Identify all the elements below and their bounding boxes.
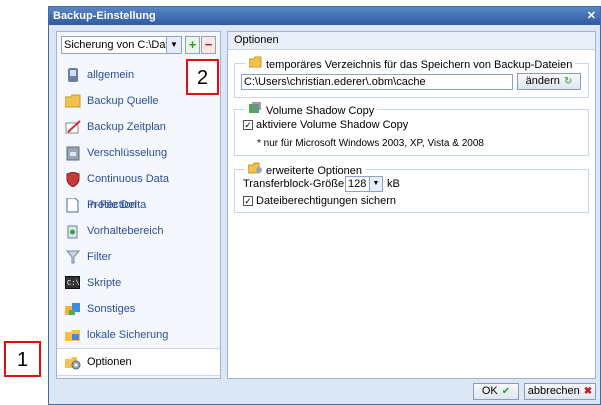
funnel-icon — [65, 250, 80, 265]
sidebar-item-verschluesselung[interactable]: Verschlüsselung — [57, 140, 220, 166]
sidebar-item-label: Skripte — [87, 277, 122, 289]
puzzle-icon — [65, 302, 80, 317]
title-bar: Backup-Einstellung ✕ — [49, 7, 600, 25]
calendar-pen-icon — [65, 120, 81, 135]
callout-2: 2 — [186, 59, 219, 95]
cancel-button-label: abbrechen — [527, 385, 580, 397]
vss-group: Volume Shadow Copy ✓ aktiviere Volume Sha… — [234, 102, 589, 156]
folder-icon — [64, 94, 81, 109]
backup-set-select-value: Sicherung von C:\Daten — [64, 39, 181, 51]
script-icon: C:\ — [65, 276, 80, 291]
sidebar-item-label: Verschlüsselung — [87, 147, 168, 159]
sidebar-item-label: lokale Sicherung — [87, 329, 169, 341]
sidebar-item-label: Vorhaltebereich — [87, 225, 164, 237]
sidebar-item-optionen[interactable]: Optionen — [57, 348, 220, 376]
add-backup-set-button[interactable]: + — [185, 36, 200, 54]
temp-dir-group: temporäres Verzeichnis für das Speichern… — [234, 56, 589, 98]
close-icon: ✖ — [583, 386, 593, 397]
transfer-block-label: Transferblock-Größe : — [243, 178, 351, 190]
remove-backup-set-button[interactable]: − — [201, 36, 216, 54]
folder-gear-icon — [247, 162, 262, 178]
backup-set-select[interactable]: Sicherung von C:\Daten ▼ — [61, 36, 182, 54]
sidebar-item-label: allgemein — [87, 69, 135, 81]
sidebar-item-label: In-File Delta — [87, 199, 147, 211]
sidebar-item-lokale-sicherung[interactable]: lokale Sicherung — [57, 322, 220, 348]
callout-1: 1 — [4, 341, 41, 377]
vss-checkbox-label: aktiviere Volume Shadow Copy — [256, 119, 409, 131]
permissions-checkbox-label: Dateiberechtigungen sichern — [256, 195, 397, 207]
sidebar-item-in-file-delta[interactable]: In-File Delta — [57, 192, 220, 218]
sidebar-item-sonstiges[interactable]: Sonstiges — [57, 296, 220, 322]
transfer-block-value: 128 — [348, 178, 367, 190]
backup-set-selector-row: Sicherung von C:\Daten ▼ + − — [61, 36, 217, 54]
backup-settings-window: Backup-Einstellung ✕ Sicherung von C:\Da… — [48, 6, 601, 405]
vss-checkbox-row[interactable]: ✓ aktiviere Volume Shadow Copy — [243, 119, 408, 132]
vss-title-text: Volume Shadow Copy — [266, 105, 375, 117]
lock-icon — [65, 146, 80, 161]
change-button-label: ändern — [525, 75, 560, 87]
sidebar-item-filter[interactable]: Filter — [57, 244, 220, 270]
sidebar-item-skripte[interactable]: C:\ Skripte — [57, 270, 220, 296]
chevron-down-icon: ▼ — [166, 37, 181, 53]
cancel-button[interactable]: abbrechen ✖ — [524, 383, 596, 400]
temp-dir-title-text: temporäres Verzeichnis für das Speichern… — [266, 59, 573, 71]
folder-edit-icon — [248, 56, 262, 72]
sidebar-item-label: Optionen — [87, 356, 132, 368]
document-icon — [65, 197, 80, 213]
panel-header: Optionen — [228, 32, 595, 50]
advanced-group: erweiterte Optionen Transferblock-Größe … — [234, 162, 589, 213]
transfer-block-select[interactable]: 128 ▼ — [345, 176, 383, 192]
sidebar-item-label: Sonstiges — [87, 303, 136, 315]
svg-text:C:\: C:\ — [67, 280, 80, 288]
dialog-footer: OK ✔ abbrechen ✖ — [49, 378, 600, 404]
sidebar-item-label: Backup Quelle — [87, 95, 159, 107]
volume-shadow-icon — [248, 102, 262, 118]
vss-note: * nur für Microsoft Windows 2003, XP, Vi… — [257, 138, 484, 149]
ok-button[interactable]: OK ✔ — [473, 383, 519, 400]
sidebar-item-vorhaltebereich[interactable]: Vorhaltebereich — [57, 218, 220, 244]
window-title: Backup-Einstellung — [53, 10, 156, 22]
temp-dir-title: temporäres Verzeichnis für das Speichern… — [245, 56, 576, 72]
permissions-checkbox-row[interactable]: ✓ Dateiberechtigungen sichern — [243, 195, 396, 208]
device-icon — [65, 68, 80, 83]
transfer-block-unit: kB — [387, 178, 400, 190]
temp-dir-path-input[interactable]: C:\Users\christian.ederer\.obm\cache — [241, 74, 513, 90]
sidebar-item-backup-zeitplan[interactable]: Backup Zeitplan — [57, 114, 220, 140]
vss-title: Volume Shadow Copy — [245, 102, 378, 118]
permissions-checkbox[interactable]: ✓ — [243, 196, 253, 207]
check-icon: ✔ — [501, 386, 511, 397]
refresh-icon: ↻ — [563, 76, 573, 87]
sidebar-item-label: Backup Zeitplan — [87, 121, 166, 133]
vss-checkbox[interactable]: ✓ — [243, 120, 253, 131]
shield-icon — [65, 171, 80, 188]
change-temp-dir-button[interactable]: ändern ↻ — [517, 73, 581, 90]
local-backup-icon — [65, 328, 80, 343]
chevron-down-icon: ▼ — [369, 177, 382, 191]
sidebar-item-cdp[interactable]: Continuous Data Protection — [57, 166, 220, 211]
sidebar-item-label: Filter — [87, 251, 112, 263]
recycle-bin-icon — [65, 224, 80, 239]
options-panel: Optionen temporäres Verzeichnis für das … — [227, 31, 596, 379]
sidebar-nav: allgemein Backup Quelle Backup Zeitplan … — [57, 62, 220, 376]
ok-button-label: OK — [481, 385, 498, 397]
close-icon[interactable]: ✕ — [587, 7, 596, 25]
options-icon — [65, 355, 81, 370]
